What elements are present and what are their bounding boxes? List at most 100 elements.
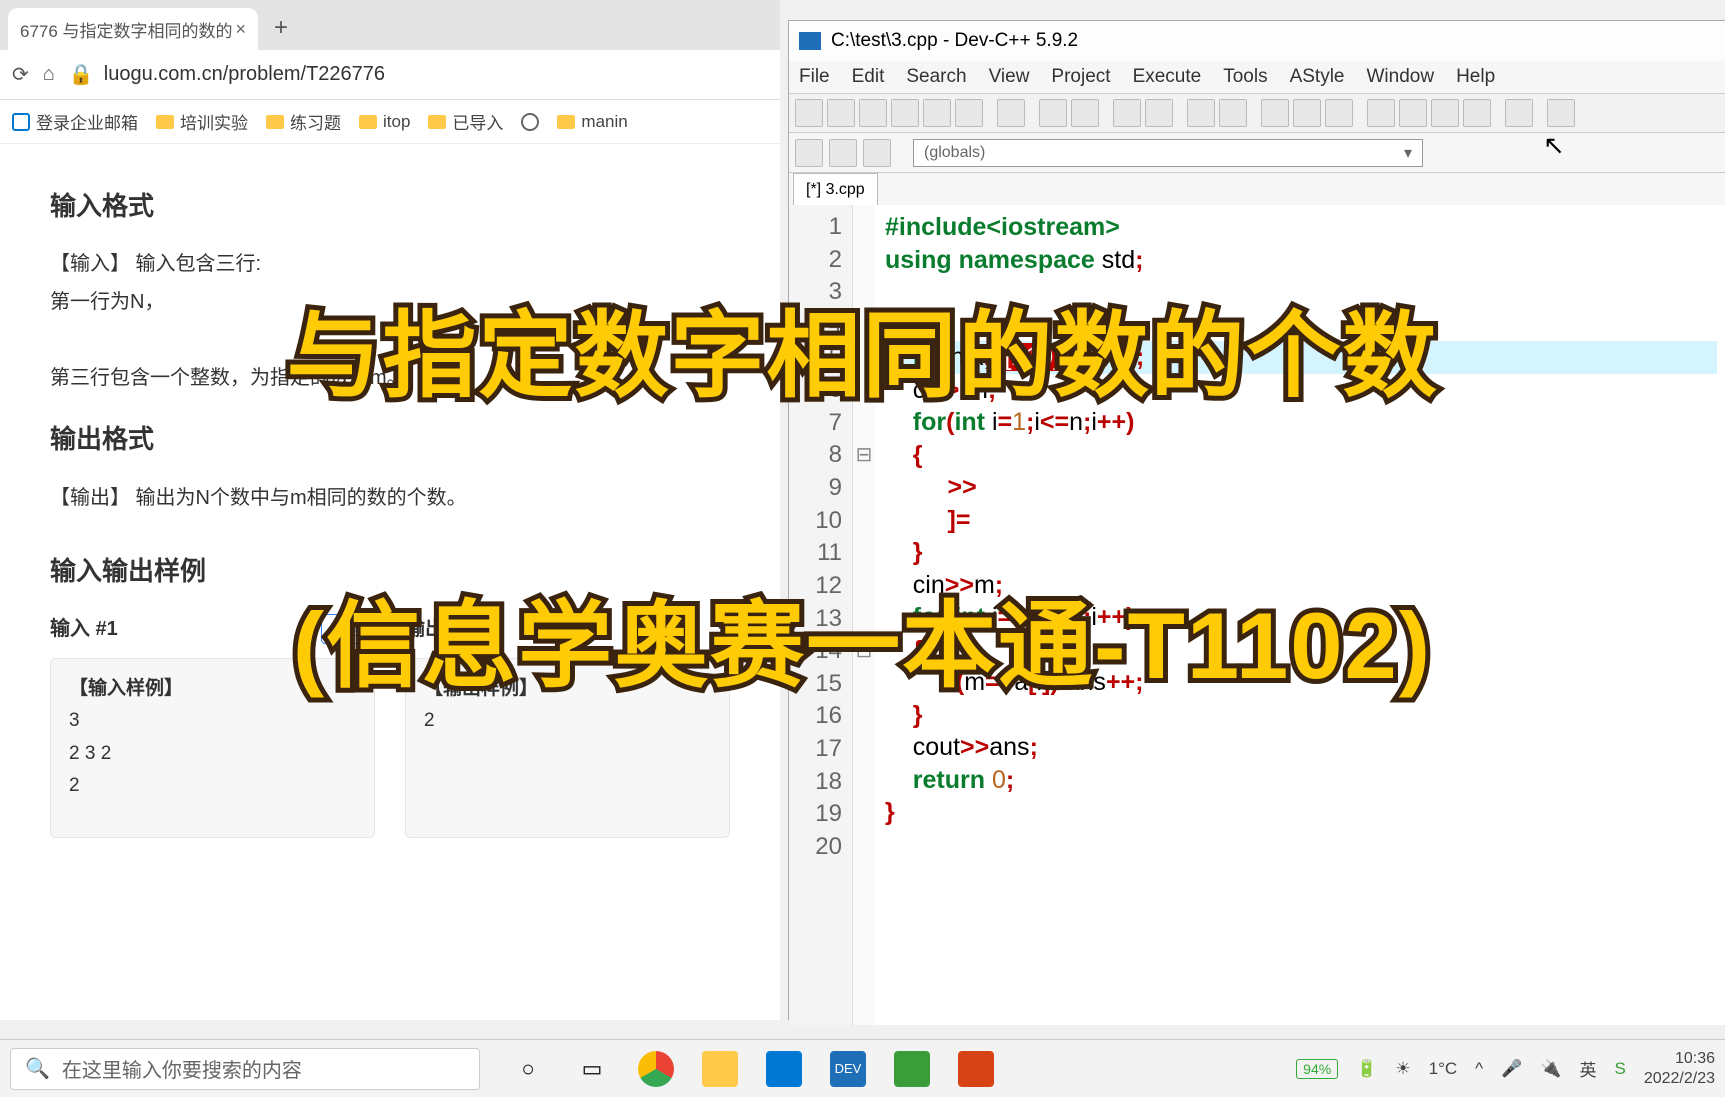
power-icon[interactable]: 🔌 <box>1540 1059 1561 1079</box>
menu-view[interactable]: View <box>989 66 1030 88</box>
app-green-icon[interactable] <box>894 1051 930 1087</box>
window-title: C:\test\3.cpp - Dev-C++ 5.9.2 <box>831 30 1078 52</box>
menu-file[interactable]: File <box>799 66 830 88</box>
forward-icon[interactable] <box>829 139 857 167</box>
toolbar-main <box>789 93 1725 133</box>
taskbar-search[interactable]: 🔍 在这里输入你要搜索的内容 <box>10 1048 480 1090</box>
folder-icon <box>266 115 284 129</box>
globe-icon <box>521 113 539 131</box>
new-tab-button[interactable]: + <box>274 14 288 50</box>
chrome-icon[interactable] <box>638 1051 674 1087</box>
menu-help[interactable]: Help <box>1456 66 1495 88</box>
input-desc: 第三行包含一个整数，为指定的数字m。 <box>50 359 730 397</box>
menu-astyle[interactable]: AStyle <box>1290 66 1345 88</box>
close-icon[interactable]: × <box>235 19 246 40</box>
titlebar[interactable]: C:\test\3.cpp - Dev-C++ 5.9.2 <box>789 21 1725 61</box>
chevron-down-icon: ▾ <box>1404 143 1412 163</box>
widgets-icon[interactable]: ▭ <box>574 1051 610 1087</box>
new-file-icon[interactable] <box>795 99 823 127</box>
back-icon[interactable] <box>795 139 823 167</box>
run-icon[interactable] <box>1219 99 1247 127</box>
replace-icon[interactable] <box>1145 99 1173 127</box>
sogou-icon[interactable]: S <box>1614 1059 1625 1079</box>
tab-title: 6776 与指定数字相同的数的 <box>20 17 233 42</box>
clock[interactable]: 10:36 2022/2/23 <box>1644 1049 1715 1089</box>
print-icon[interactable] <box>997 99 1025 127</box>
url-field[interactable]: 🔒 luogu.com.cn/problem/T226776 <box>69 62 768 87</box>
bookmark-item[interactable] <box>521 113 539 131</box>
bookmark-item[interactable]: 练习题 <box>266 109 341 134</box>
explorer-icon[interactable] <box>702 1051 738 1087</box>
browser-tabstrip: 6776 与指定数字相同的数的 × + <box>0 0 780 50</box>
ime-icon[interactable]: 英 <box>1579 1056 1596 1081</box>
compile-icon[interactable] <box>1187 99 1215 127</box>
grid2-icon[interactable] <box>1399 99 1427 127</box>
menu-execute[interactable]: Execute <box>1133 66 1202 88</box>
fold-column[interactable]: ⊟ ⊟ <box>853 205 875 1025</box>
problem-content: 输入格式 【输入】 输入包含三行: 第一行为N， 第三行包含一个整数，为指定的数… <box>0 144 780 858</box>
battery-icon[interactable]: 🔋 <box>1356 1059 1377 1079</box>
bookmark-item[interactable]: itop <box>359 112 410 132</box>
devcpp-taskbar-icon[interactable]: DEV <box>830 1051 866 1087</box>
reload-icon[interactable]: ⟳ <box>12 62 29 87</box>
code-editor[interactable]: 1234567891011121314151617181920 ⊟ ⊟ #inc… <box>789 205 1725 1025</box>
code-area[interactable]: #include<iostream>using namespace std; i… <box>875 205 1725 1025</box>
lock-icon: 🔒 <box>69 62 94 87</box>
tray-chevron-icon[interactable]: ^ <box>1475 1059 1483 1079</box>
bookmark-item[interactable]: manin <box>557 112 627 132</box>
menu-search[interactable]: Search <box>906 66 966 88</box>
microphone-icon[interactable]: 🎤 <box>1501 1059 1522 1079</box>
grid1-icon[interactable] <box>1367 99 1395 127</box>
save-all-icon[interactable] <box>891 99 919 127</box>
close-all-icon[interactable] <box>955 99 983 127</box>
editor-tab[interactable]: [*] 3.cpp <box>793 173 878 205</box>
copy-button[interactable]: 复制 <box>321 614 375 644</box>
bookmark-icon[interactable] <box>863 139 891 167</box>
menu-tools[interactable]: Tools <box>1223 66 1267 88</box>
battery-indicator[interactable]: 94% <box>1296 1059 1338 1079</box>
bookmark-item[interactable]: 培训实验 <box>156 109 248 134</box>
folder-icon <box>428 115 446 129</box>
output-desc: 【输出】 输出为N个数中与m相同的数的个数。 <box>50 479 730 517</box>
toolbar-secondary: (globals) ▾ <box>789 133 1725 173</box>
input-sample-label: 输入 #1 <box>50 610 118 648</box>
stop-icon[interactable] <box>1293 99 1321 127</box>
check-icon[interactable] <box>1505 99 1533 127</box>
find-icon[interactable] <box>1113 99 1141 127</box>
grid3-icon[interactable] <box>1431 99 1459 127</box>
weather-temp[interactable]: 1°C <box>1429 1059 1458 1079</box>
menu-edit[interactable]: Edit <box>852 66 885 88</box>
undo-icon[interactable] <box>1039 99 1067 127</box>
input-sample-box[interactable]: 【输入样例】 3 2 3 2 2 <box>50 658 375 838</box>
bookmark-item[interactable]: 已导入 <box>428 109 503 134</box>
output-format-heading: 输出格式 <box>50 415 730 464</box>
save-icon[interactable] <box>859 99 887 127</box>
redo-icon[interactable] <box>1071 99 1099 127</box>
weather-icon[interactable]: ☀ <box>1395 1059 1410 1079</box>
folder-icon <box>156 115 174 129</box>
taskview-icon[interactable]: ○ <box>510 1051 546 1087</box>
devcpp-icon <box>799 32 821 50</box>
folder-icon <box>359 115 377 129</box>
input-desc: 第一行为N， <box>50 283 730 321</box>
system-tray: 94% 🔋 ☀ 1°C ^ 🎤 🔌 英 S 10:36 2022/2/23 <box>1296 1049 1715 1089</box>
debug-icon[interactable] <box>1261 99 1289 127</box>
output-sample-label: 输出 #1 <box>405 610 473 648</box>
delete-icon[interactable] <box>1547 99 1575 127</box>
devcpp-window: C:\test\3.cpp - Dev-C++ 5.9.2 File Edit … <box>788 20 1725 1020</box>
app-icon[interactable] <box>766 1051 802 1087</box>
app-icon <box>12 113 30 131</box>
search-placeholder: 在这里输入你要搜索的内容 <box>62 1054 302 1083</box>
menu-window[interactable]: Window <box>1367 66 1435 88</box>
close-file-icon[interactable] <box>923 99 951 127</box>
globals-dropdown[interactable]: (globals) ▾ <box>913 139 1423 167</box>
bookmark-item[interactable]: 登录企业邮箱 <box>12 109 138 134</box>
open-icon[interactable] <box>827 99 855 127</box>
app-red-icon[interactable] <box>958 1051 994 1087</box>
home-icon[interactable]: ⌂ <box>43 63 55 86</box>
browser-tab[interactable]: 6776 与指定数字相同的数的 × <box>8 8 258 50</box>
profile-icon[interactable] <box>1325 99 1353 127</box>
output-sample-box[interactable]: 【输出样例】 2 <box>405 658 730 838</box>
grid4-icon[interactable] <box>1463 99 1491 127</box>
menu-project[interactable]: Project <box>1051 66 1110 88</box>
